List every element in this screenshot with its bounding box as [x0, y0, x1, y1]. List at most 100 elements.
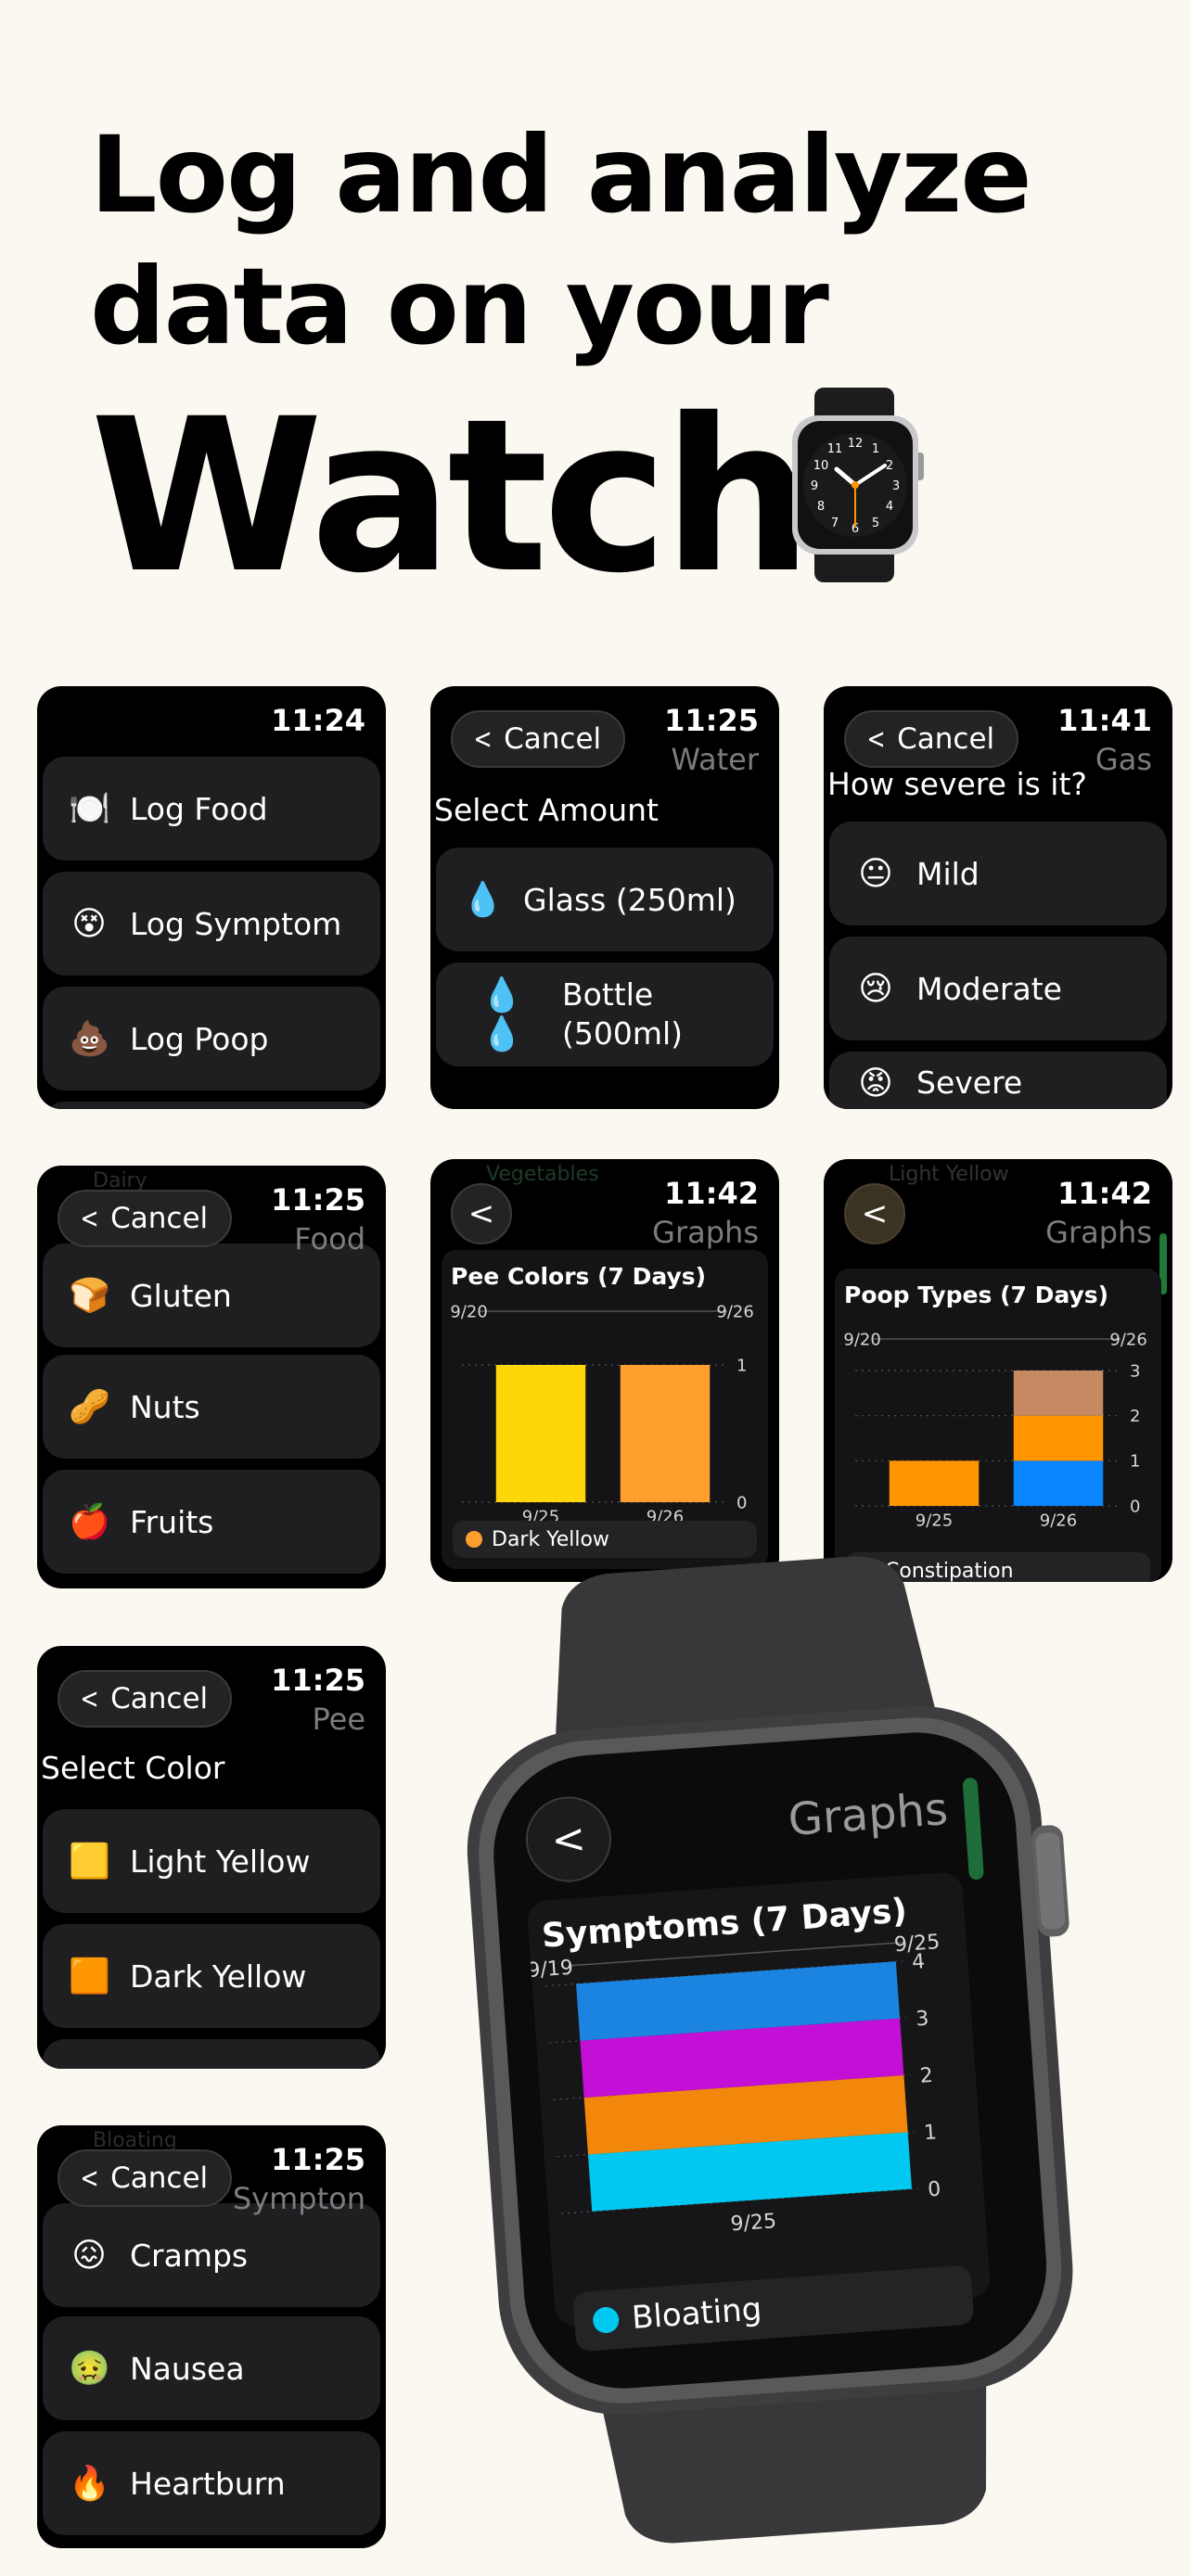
svg-text:4: 4: [886, 500, 893, 514]
nausea-button[interactable]: 🤢 Nausea: [43, 2316, 380, 2420]
chevron-left-icon: <: [467, 1195, 495, 1232]
severe-button[interactable]: 😡 Severe: [829, 1052, 1167, 1109]
svg-text:5: 5: [872, 516, 879, 530]
dark-yellow-button[interactable]: 🟧 Dark Yellow: [43, 1924, 380, 2028]
watch-screen-log-menu: 11:24 🍽️ Log Food 😵 Log Symptom 💩 Log Po…: [37, 686, 386, 1109]
chevron-left-icon: <: [861, 1195, 889, 1232]
watch-screen-pee-graph: Vegetables < 11:42 Graphs Pee Colors (7 …: [430, 1159, 779, 1582]
row-label: Bottle (500ml): [562, 976, 684, 1052]
x-tick-label: 9/25: [916, 1511, 953, 1531]
screen-subtitle: Sympton: [232, 2181, 365, 2216]
log-symptom-button[interactable]: 😵 Log Symptom: [43, 872, 380, 976]
mild-button[interactable]: 😐 Mild: [829, 822, 1167, 925]
watch-screen-gas-severity: < Cancel 11:41 Gas How severe is it? 😐 Mi…: [824, 686, 1172, 1109]
bar-segment: [495, 1365, 586, 1502]
screen-subtitle: Gas: [1095, 742, 1152, 777]
watch-screen-food: Dairy 🍞 Gluten < Cancel 11:25 Food 🥜 Nuts…: [37, 1166, 386, 1588]
moderate-button[interactable]: 😢 Moderate: [829, 937, 1167, 1040]
row-label: Log Poop: [130, 1020, 269, 1057]
screen-subtitle: Pee: [312, 1702, 365, 1737]
cancel-button[interactable]: < Cancel: [58, 1190, 233, 1247]
x-range-start-label: 9/19: [527, 1957, 574, 1983]
clock-time: 11:25: [271, 1663, 365, 1698]
screen-subtitle: Graphs: [652, 1215, 759, 1250]
y-tick-label: 1: [923, 2121, 938, 2145]
y-tick-label: 2: [919, 2064, 934, 2088]
legend-dot: [592, 2306, 621, 2334]
chevron-left-icon: <: [549, 1814, 588, 1865]
cancel-label: Cancel: [110, 2162, 209, 2195]
legend-dot: [466, 1531, 482, 1548]
next-row-peek: [43, 1102, 380, 1109]
glass-amount-button[interactable]: 💧 Glass (250ml): [436, 848, 774, 951]
log-food-button[interactable]: 🍽️ Log Food: [43, 757, 380, 861]
cancel-label: Cancel: [110, 1682, 209, 1715]
svg-text:7: 7: [831, 516, 839, 530]
chevron-left-icon: <: [80, 2162, 99, 2195]
row-label: Heartburn: [130, 2465, 286, 2502]
x-range-start-label: 9/20: [450, 1302, 487, 1321]
clock-time: 11:25: [271, 2142, 365, 2177]
two-droplets-icon: 💧 💧: [480, 976, 523, 1053]
watch-screen-poop-graph: Light Yellow < 11:42 Graphs Poop Types (…: [824, 1159, 1172, 1582]
dizzy-face-icon: 😵: [71, 904, 107, 943]
cancel-label: Cancel: [504, 722, 602, 756]
legend-label: Bloating: [630, 2290, 763, 2338]
cancel-button[interactable]: < Cancel: [58, 2149, 233, 2207]
scroll-indicator[interactable]: [962, 1777, 985, 1881]
bar-segment: [1013, 1415, 1104, 1461]
x-range-end-label: 9/26: [1109, 1330, 1146, 1349]
cancel-button[interactable]: < Cancel: [844, 710, 1019, 768]
fruits-button[interactable]: 🍎 Fruits: [43, 1470, 380, 1574]
cramps-button[interactable]: 😖 Cramps: [43, 2203, 380, 2307]
y-tick-label: 1: [1130, 1452, 1140, 1472]
back-button[interactable]: <: [522, 1793, 615, 1885]
y-tick-label: 4: [911, 1950, 926, 1974]
bar-segment: [1013, 1460, 1104, 1506]
poop-icon: 💩: [69, 1020, 110, 1058]
row-label: Severe: [916, 1065, 1023, 1101]
back-button[interactable]: <: [844, 1183, 905, 1244]
apple-watch-icon: 12369 1245 781011: [792, 388, 924, 582]
legend-label: Dark Yellow: [492, 1527, 609, 1551]
light-yellow-button[interactable]: 🟨 Light Yellow: [43, 1809, 380, 1913]
bottle-amount-button[interactable]: 💧 💧 Bottle (500ml): [436, 963, 774, 1066]
bar-segment: [889, 1460, 980, 1506]
y-tick-label: 0: [736, 1493, 747, 1512]
range-line: [568, 1942, 902, 1967]
screen-subtitle: Graphs: [1045, 1215, 1152, 1250]
apple-icon: 🍎: [69, 1503, 110, 1541]
watch-display: < Graphs Symptoms (7 Days) 9/19 9/25 0 1 2 3 4…: [519, 1760, 1020, 2356]
legend-dot: [859, 1562, 876, 1579]
neutral-face-icon: 😐: [858, 854, 893, 893]
y-tick-label: 3: [1130, 1361, 1140, 1381]
row-label: Moderate: [916, 970, 1062, 1007]
hero-line-2: data on your: [90, 245, 829, 368]
chevron-left-icon: <: [80, 1202, 99, 1235]
cancel-button[interactable]: < Cancel: [58, 1670, 233, 1728]
svg-text:9: 9: [811, 479, 818, 493]
gluten-button[interactable]: 🍞 Gluten: [43, 1243, 380, 1347]
bar-segment: [620, 1365, 711, 1502]
angry-face-icon: 😡: [858, 1065, 893, 1103]
fire-icon: 🔥: [69, 2465, 110, 2503]
next-row-peek: [43, 2039, 380, 2069]
svg-text:2: 2: [886, 459, 893, 473]
clock-time: 11:24: [271, 703, 365, 738]
svg-text:10: 10: [813, 459, 829, 473]
chart-legend: Dark Yellow: [453, 1521, 757, 1558]
nauseated-face-icon: 🤢: [69, 2350, 110, 2388]
screen-subtitle: Water: [671, 742, 759, 777]
row-label: Dark Yellow: [130, 1958, 307, 1995]
heartburn-button[interactable]: 🔥 Heartburn: [43, 2431, 380, 2535]
cancel-button[interactable]: < Cancel: [451, 710, 626, 768]
chevron-left-icon: <: [80, 1682, 99, 1715]
row-label: Gluten: [130, 1277, 232, 1314]
row-label: Light Yellow: [130, 1843, 311, 1880]
nuts-button[interactable]: 🥜 Nuts: [43, 1355, 380, 1459]
screen-subtitle: Graphs: [786, 1783, 950, 1846]
scrolled-item-ghost: Light Yellow: [889, 1163, 1009, 1186]
back-button[interactable]: <: [451, 1183, 512, 1244]
clock-time: 11:42: [664, 1176, 759, 1211]
log-poop-button[interactable]: 💩 Log Poop: [43, 987, 380, 1090]
